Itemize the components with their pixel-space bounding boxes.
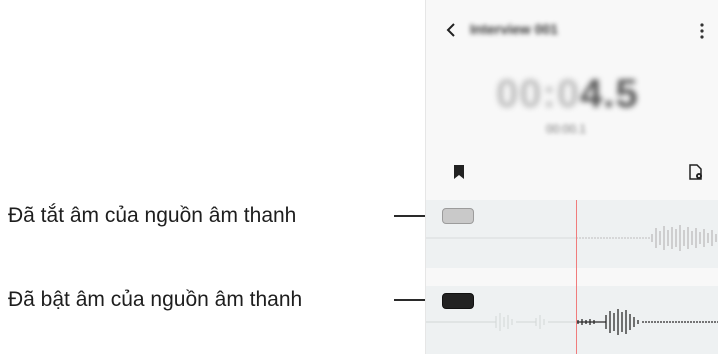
unmuted-source-callout: Đã bật âm của nguồn âm thanh — [8, 288, 303, 311]
back-button[interactable] — [442, 20, 462, 40]
playhead[interactable] — [576, 200, 577, 354]
bookmark-icon — [454, 165, 464, 179]
file-settings-button[interactable] — [689, 164, 703, 180]
bookmark-button[interactable] — [454, 165, 464, 179]
elapsed-timer: 00:04.5 — [496, 72, 639, 117]
timer-subtext: 00:00.1 — [546, 122, 587, 136]
timer-dim: 00:0 — [496, 72, 581, 116]
file-settings-icon — [689, 164, 702, 180]
muted-source-callout: Đã tắt âm của nguồn âm thanh — [8, 204, 297, 227]
track-separator — [426, 268, 718, 286]
more-options-button[interactable] — [697, 22, 707, 40]
recorder-screen: Interview 001 00:04.5 00:00.1 — [425, 0, 718, 354]
chevron-left-icon — [446, 23, 455, 37]
timer-strong: 4.5 — [580, 72, 639, 116]
waveform-muted — [426, 225, 717, 251]
waveform-unmuted — [426, 309, 718, 335]
recording-title: Interview 001 — [470, 21, 558, 37]
app-bar: Interview 001 — [426, 10, 718, 50]
more-vertical-icon — [700, 23, 704, 39]
